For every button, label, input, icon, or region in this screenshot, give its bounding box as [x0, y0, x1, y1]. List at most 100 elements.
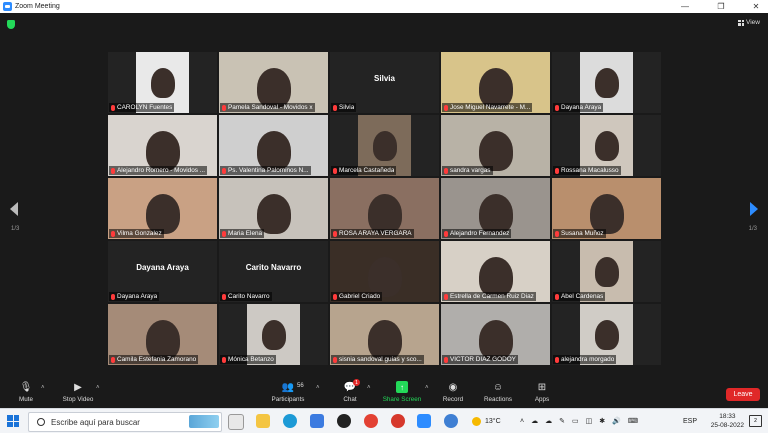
weather-widget[interactable]: 13°C — [472, 409, 501, 433]
participant-tile[interactable]: sandra vargas — [441, 115, 550, 176]
windows-start-icon[interactable] — [7, 415, 19, 427]
apps-button[interactable]: ⊞ Apps — [519, 381, 565, 404]
share-caret-icon[interactable]: ˄ — [425, 385, 429, 391]
participant-tile[interactable]: Vilma Gonzalez — [108, 178, 217, 239]
reactions-button[interactable]: ☺ Reactions — [475, 381, 521, 404]
participant-tile[interactable]: Susana Muñoz — [552, 178, 661, 239]
participant-name-bar: Alejandro Fernandez — [442, 229, 512, 238]
participant-tile[interactable]: Jose Miguel Navarrete - M... — [441, 52, 550, 113]
participant-tile[interactable]: Gabriel Criado — [330, 241, 439, 302]
participant-tile[interactable]: Mónica Betanzo — [219, 304, 328, 365]
participants-button[interactable]: 👥 Participants — [265, 381, 311, 404]
chevron-up-icon[interactable]: ˄ — [520, 418, 524, 425]
participant-name-bar: sisnia sandoval guias y sco... — [331, 355, 424, 364]
muted-microphone-icon — [111, 167, 115, 174]
participant-name-bar: Abel Cardenas — [553, 292, 606, 301]
bluetooth-icon[interactable]: ✱ — [599, 417, 605, 425]
zoom-taskbar-icon[interactable] — [417, 414, 431, 428]
participant-tile[interactable]: Carito Navarro Carito Navarro — [219, 241, 328, 302]
microphone-icon: 🎙 — [19, 381, 33, 393]
sun-icon — [472, 416, 481, 426]
view-button[interactable]: View — [738, 19, 760, 26]
store-icon[interactable] — [310, 414, 324, 428]
app-icon[interactable] — [337, 414, 351, 428]
participant-name: Vilma Gonzalez — [117, 230, 162, 237]
taskbar-search-box[interactable]: Escribe aquí para buscar — [28, 412, 222, 432]
edge-browser-icon[interactable] — [283, 414, 297, 428]
participant-tile[interactable]: alejandra morgado — [552, 304, 661, 365]
participant-tile[interactable]: VICTOR DIAZ GODOY — [441, 304, 550, 365]
participant-tile[interactable]: sisnia sandoval guias y sco... — [330, 304, 439, 365]
share-screen-button[interactable]: ↑ Share Screen — [379, 381, 425, 403]
muted-microphone-icon — [555, 230, 559, 237]
previous-page-icon[interactable] — [10, 202, 18, 216]
participant-tile[interactable]: Alejandro Romero - Movidos ... — [108, 115, 217, 176]
participant-tile[interactable]: Marcela Castañeda — [330, 115, 439, 176]
leave-button[interactable]: Leave — [726, 388, 760, 401]
muted-microphone-icon — [111, 356, 115, 363]
stop-video-button[interactable]: ▶ Stop Video — [55, 381, 101, 404]
participant-name: CAROLYN Fuentes — [117, 104, 173, 111]
gallery-view: CAROLYN Fuentes Pamela Sandoval - Movidos… — [108, 52, 661, 370]
participant-silhouette — [261, 320, 286, 350]
file-explorer-icon[interactable] — [256, 414, 270, 428]
close-icon[interactable]: ✕ — [744, 0, 768, 13]
participant-tile[interactable]: Pamela Sandoval - Movidos x — [219, 52, 328, 113]
participant-name-bar: Silvia — [331, 103, 357, 112]
participant-tile[interactable]: Camila Estefania Zamorano — [108, 304, 217, 365]
audio-options-caret-icon[interactable]: ˄ — [41, 385, 45, 391]
chrome-icon[interactable] — [364, 414, 378, 428]
onedrive-icon[interactable]: ☁ — [545, 417, 552, 425]
participant-silhouette — [367, 257, 402, 297]
participant-name-bar: Rossana Macalusso — [553, 166, 621, 175]
participant-tile[interactable]: Estrella de Carmen Ruiz Diaz — [441, 241, 550, 302]
participant-tile[interactable]: CAROLYN Fuentes — [108, 52, 217, 113]
meeting-toolbar: 🎙 Mute ˄ ▶ Stop Video ˄ 👥 Participants 5… — [0, 378, 768, 408]
notifications-icon[interactable]: 2 — [749, 415, 762, 427]
page-indicator-right: 1/3 — [748, 226, 757, 232]
participants-caret-icon[interactable]: ˄ — [316, 385, 320, 391]
participant-tile[interactable]: Alejandro Fernandez — [441, 178, 550, 239]
maximize-icon[interactable]: ❐ — [709, 0, 733, 13]
muted-microphone-icon — [222, 356, 226, 363]
chat-caret-icon[interactable]: ˄ — [367, 385, 371, 391]
muted-microphone-icon — [555, 167, 559, 174]
task-view-icon[interactable] — [228, 414, 244, 430]
participant-tile[interactable]: Dayana Araya Dayana Araya — [108, 241, 217, 302]
network-icon[interactable]: ◫ — [586, 417, 593, 425]
muted-microphone-icon — [555, 104, 559, 111]
chrome-profile-icon[interactable] — [391, 414, 405, 428]
language-indicator[interactable]: ESP — [683, 409, 697, 433]
participant-name: Alejandro Fernandez — [450, 230, 510, 237]
keyboard-icon[interactable]: ⌨ — [628, 417, 638, 425]
participant-tile[interactable]: Rossana Macalusso — [552, 115, 661, 176]
speaker-icon[interactable]: 🔊 — [612, 417, 621, 425]
minimize-icon[interactable]: — — [673, 0, 697, 13]
security-shield-icon[interactable] — [7, 20, 15, 29]
cloud-icon[interactable]: ☁ — [531, 417, 538, 425]
record-button[interactable]: ◉ Record — [430, 381, 476, 404]
participant-tile[interactable]: Ps. Valentina Palominos N... — [219, 115, 328, 176]
battery-icon[interactable]: ▭ — [572, 417, 579, 425]
window-title: Zoom Meeting — [15, 3, 60, 10]
participant-silhouette — [594, 131, 619, 161]
video-camera-icon: ▶ — [74, 381, 82, 393]
participant-name-bar: Marcela Castañeda — [331, 166, 397, 175]
participant-tile[interactable]: Dayana Araya — [552, 52, 661, 113]
help-icon[interactable] — [444, 414, 458, 428]
participant-silhouette — [256, 194, 291, 234]
pen-icon[interactable]: ✎ — [559, 417, 565, 425]
participant-tile[interactable]: Maria Elena — [219, 178, 328, 239]
participant-name: Dayana Araya — [117, 293, 158, 300]
participant-name: Alejandro Romero - Movidos ... — [117, 167, 206, 174]
muted-microphone-icon — [222, 167, 226, 174]
clock[interactable]: 18:33 25-08-2022 — [711, 412, 744, 430]
participant-tile[interactable]: Abel Cardenas — [552, 241, 661, 302]
participant-display-name: Carito Navarro — [245, 263, 302, 272]
participant-name-bar: Pamela Sandoval - Movidos x — [220, 103, 315, 112]
participant-tile[interactable]: ROSA ARAYA VERGARA — [330, 178, 439, 239]
video-options-caret-icon[interactable]: ˄ — [96, 385, 100, 391]
participant-name: Dayana Araya — [561, 104, 602, 111]
next-page-icon[interactable] — [750, 202, 758, 216]
participant-tile[interactable]: Silvia Silvia — [330, 52, 439, 113]
